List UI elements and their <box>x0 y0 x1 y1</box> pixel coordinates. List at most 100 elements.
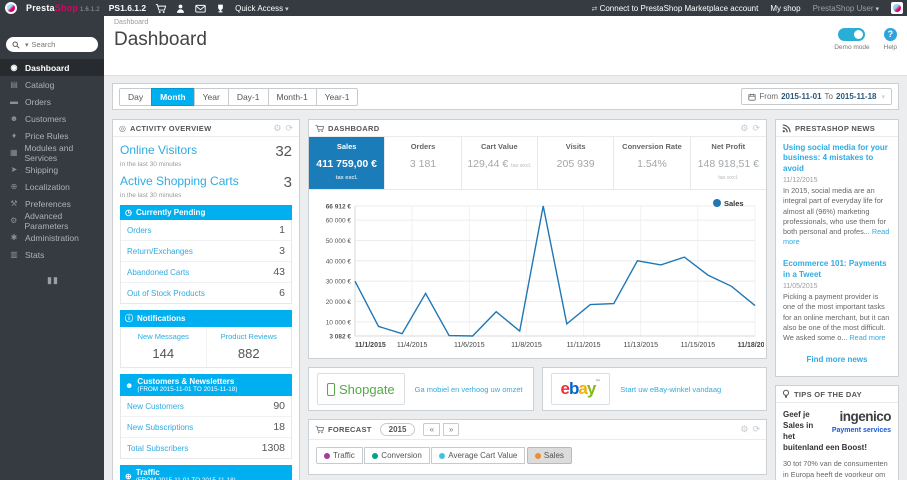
sidebar-item-localization[interactable]: ⊕ Localization <box>0 178 104 195</box>
kpi-conversion-rate[interactable]: Conversion Rate 1.54% <box>614 137 691 189</box>
ebay-promo-panel: ebay™ Start uw eBay-winkel vandaag <box>541 367 767 411</box>
sidebar-collapse-icon[interactable]: ▮▮ <box>47 275 58 286</box>
catalog-icon: ▤ <box>10 80 18 89</box>
tips-panel-title: TIPS OF THE DAY <box>794 389 862 399</box>
search-scope-caret-icon[interactable]: ▾ <box>25 41 29 49</box>
user-menu[interactable]: PrestaShop User ▾ <box>813 4 879 13</box>
panel-refresh-icon[interactable]: ⟳ <box>285 123 293 133</box>
pending-orders-link[interactable]: Orders <box>127 226 151 235</box>
messages-icon[interactable] <box>195 3 206 14</box>
phone-icon <box>327 382 335 396</box>
demo-mode-toggle[interactable] <box>838 28 866 41</box>
new-subscriptions-link[interactable]: New Subscriptions <box>127 423 193 432</box>
filter-month-1-button[interactable]: Month-1 <box>267 87 317 106</box>
prestashop-news-panel: PRESTASHOP NEWS Using social media for y… <box>775 119 899 378</box>
read-more-link[interactable]: Read more <box>849 333 885 342</box>
filter-month-button[interactable]: Month <box>151 87 195 106</box>
date-filter-bar: Day Month Year Day-1 Month-1 Year-1 From… <box>112 83 899 110</box>
sidebar-item-stats[interactable]: ▥ Stats <box>0 246 104 263</box>
svg-text:3 082 €: 3 082 € <box>329 334 351 341</box>
toggle-conversion[interactable]: Conversion <box>364 447 430 464</box>
online-visitors-value: 32 <box>275 143 292 160</box>
conversion-dot-icon <box>372 452 379 459</box>
sidebar-item-shipping[interactable]: ➤ Shipping <box>0 161 104 178</box>
quick-access-menu[interactable]: Quick Access ▾ <box>235 4 289 13</box>
toggle-traffic[interactable]: Traffic <box>316 447 363 464</box>
search-input[interactable] <box>31 40 87 49</box>
user-avatar[interactable] <box>891 2 903 14</box>
svg-text:60 000 €: 60 000 € <box>326 218 352 225</box>
pending-returns-link[interactable]: Return/Exchanges <box>127 247 193 256</box>
abandoned-carts-link[interactable]: Abandoned Carts <box>127 268 189 277</box>
svg-text:11/6/2015: 11/6/2015 <box>454 342 485 349</box>
shopgate-logo: Shopgate <box>317 373 405 405</box>
chevron-down-icon: ▾ <box>875 5 879 13</box>
cogs-icon: ⚙ <box>10 216 18 225</box>
dashboard-panel-title: DASHBOARD <box>328 123 380 133</box>
avg-cart-dot-icon <box>439 452 446 459</box>
panel-settings-icon[interactable]: ⚙ <box>740 425 748 434</box>
shopgate-link[interactable]: Ga mobiel en verhoog uw omzet <box>415 385 523 394</box>
out-of-stock-link[interactable]: Out of Stock Products <box>127 289 205 298</box>
sidebar-item-orders[interactable]: ▬ Orders <box>0 93 104 110</box>
shopgate-promo-panel: Shopgate Ga mobiel en verhoog uw omzet <box>308 367 534 411</box>
forecast-prev-button[interactable]: « <box>423 423 440 436</box>
chevron-down-icon: ▾ <box>881 93 885 101</box>
panel-refresh-icon[interactable]: ⟳ <box>752 123 760 133</box>
period-button-group: Day Month Year Day-1 Month-1 Year-1 <box>119 87 359 106</box>
kpi-sales[interactable]: Sales 411 759,00 € tax excl. <box>309 137 386 189</box>
toggle-average-cart-value[interactable]: Average Cart Value <box>431 447 526 464</box>
news-article: Ecommerce 101: Payments in a Tweet 11/05… <box>783 259 891 342</box>
news-article-title[interactable]: Using social media for your business: 4 … <box>783 143 891 174</box>
total-subscribers-link[interactable]: Total Subscribers <box>127 444 188 453</box>
kpi-row: Sales 411 759,00 € tax excl. Orders 3 181 … <box>309 137 766 190</box>
kpi-net-profit[interactable]: Net Profit 148 918,51 € tax excl. <box>691 137 766 189</box>
kpi-cart-value[interactable]: Cart Value 129,44 € tax excl. <box>462 137 538 189</box>
trophy-icon[interactable] <box>215 3 226 14</box>
sidebar-item-dashboard[interactable]: ◉ Dashboard <box>0 59 104 76</box>
new-messages-link[interactable]: New Messages <box>138 332 189 341</box>
ebay-link[interactable]: Start uw eBay-winkel vandaag <box>620 385 721 394</box>
find-more-news-link[interactable]: Find more news <box>783 355 891 364</box>
sidebar-item-preferences[interactable]: ⚒ Preferences <box>0 195 104 212</box>
my-shop-link[interactable]: My shop <box>770 4 800 13</box>
help-icon[interactable]: ? <box>883 28 897 41</box>
panel-refresh-icon[interactable]: ⟳ <box>752 425 760 434</box>
new-customers-link[interactable]: New Customers <box>127 402 184 411</box>
gear-icon: ✱ <box>10 233 18 242</box>
breadcrumb[interactable]: Dashboard <box>114 19 897 26</box>
sidebar-item-administration[interactable]: ✱ Administration <box>0 229 104 246</box>
sidebar-item-modules[interactable]: ▦ Modules and Services <box>0 143 104 163</box>
kpi-visits[interactable]: Visits 205 939 <box>538 137 615 189</box>
filter-day-1-button[interactable]: Day-1 <box>227 87 269 106</box>
sidebar-item-customers[interactable]: ☻ Customers <box>0 110 104 127</box>
sidebar-item-price-rules[interactable]: ♦ Price Rules <box>0 127 104 144</box>
forecast-next-button[interactable]: » <box>442 423 460 436</box>
online-visitors-link[interactable]: Online Visitors <box>120 143 197 157</box>
news-article-title[interactable]: Ecommerce 101: Payments in a Tweet <box>783 259 891 280</box>
product-reviews-link[interactable]: Product Reviews <box>221 332 277 341</box>
cart-icon[interactable] <box>155 3 167 14</box>
customers-row: New Customers 90 <box>121 396 291 417</box>
brand-name: PrestaShop 1.6.1.2 <box>26 3 100 13</box>
sidebar-item-advanced-parameters[interactable]: ⚙ Advanced Parameters <box>0 211 104 231</box>
new-messages-cell: New Messages 144 <box>137 332 189 361</box>
sidebar-search[interactable]: ▾ <box>6 37 98 52</box>
filter-year-1-button[interactable]: Year-1 <box>315 87 359 106</box>
tips-of-the-day-panel: TIPS OF THE DAY ingenico Payment service… <box>775 385 899 480</box>
kpi-orders[interactable]: Orders 3 181 <box>385 137 462 189</box>
filter-year-button[interactable]: Year <box>193 87 229 106</box>
activity-icon: ◎ <box>119 123 126 133</box>
user-icon[interactable] <box>175 3 186 14</box>
date-range-picker[interactable]: From 2015-11-01 To 2015-11-18 ▾ <box>741 88 892 105</box>
toggle-sales[interactable]: Sales <box>526 447 572 464</box>
active-carts-link[interactable]: Active Shopping Carts <box>120 174 239 188</box>
sidebar-item-catalog[interactable]: ▤ Catalog <box>0 76 104 93</box>
panel-settings-icon[interactable]: ⚙ <box>740 123 748 133</box>
panel-settings-icon[interactable]: ⚙ <box>273 123 281 133</box>
svg-text:20 000 €: 20 000 € <box>326 299 352 306</box>
online-visitors-sub: in the last 30 minutes <box>120 161 182 168</box>
filter-day-button[interactable]: Day <box>119 87 153 106</box>
topbar: PrestaShop 1.6.1.2 PS1.6.1.2 Quick Access… <box>0 0 907 16</box>
marketplace-link[interactable]: ⇄ Connect to PrestaShop Marketplace acco… <box>589 4 758 13</box>
